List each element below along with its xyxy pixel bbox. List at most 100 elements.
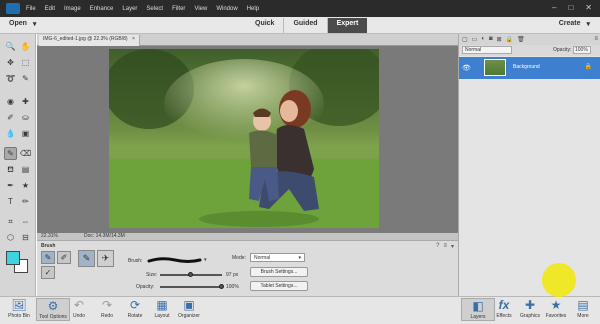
status-bar: 22.31% Doc: 14.3M/14.3M — [37, 233, 458, 240]
cursor-highlight — [542, 263, 576, 297]
menu-image[interactable]: Image — [64, 6, 81, 12]
close-icon[interactable]: ✕ — [585, 3, 592, 12]
lock-transparency-icon[interactable]: ⊠ — [497, 36, 502, 43]
photo-canvas — [109, 49, 379, 228]
tablet-settings-button[interactable]: Tablet Settings... — [250, 281, 308, 291]
document-tab[interactable]: IMG-6_edited-1.jpg @ 22.3% (RGB/8) × — [39, 35, 140, 46]
menu-help[interactable]: Help — [247, 6, 259, 12]
mode-guided[interactable]: Guided — [284, 18, 328, 33]
lasso-tool-icon[interactable]: ➰ — [4, 72, 17, 85]
menu-file[interactable]: File — [26, 6, 36, 12]
brush-preview[interactable] — [147, 255, 202, 265]
panel-menu-icon[interactable]: ≡ — [443, 243, 447, 250]
eye-icon[interactable]: 👁 — [462, 64, 471, 72]
chevron-down-icon[interactable]: ▾ — [204, 257, 207, 263]
lock-icon[interactable]: 🔒 — [585, 63, 592, 70]
eraser-tool-icon[interactable]: ⌫ — [19, 147, 32, 160]
foreground-color-swatch[interactable] — [6, 251, 20, 265]
airbrush-mode-icon[interactable]: ✈ — [97, 250, 114, 267]
layer-mask-icon[interactable]: ◙ — [489, 36, 493, 43]
zoom-level[interactable]: 22.31% — [41, 233, 58, 239]
undo-icon: ↶ — [73, 298, 85, 312]
menu-select[interactable]: Select — [146, 6, 163, 12]
hand-tool-icon[interactable]: ✋ — [19, 40, 32, 53]
menu-filter[interactable]: Filter — [172, 6, 185, 12]
content-aware-move-tool-icon[interactable]: ⬡ — [4, 231, 17, 244]
photo-bin-icon: 🖼 — [11, 298, 27, 312]
minimize-icon[interactable]: – — [552, 3, 556, 12]
crop-tool-icon[interactable]: ⌗ — [4, 215, 17, 228]
photo-bin-button[interactable]: 🖼 Photo Bin — [2, 298, 36, 319]
collapse-icon[interactable]: ▾ — [451, 243, 454, 250]
smart-brush-tool-icon[interactable]: ✐ — [4, 111, 17, 124]
impressionist-brush-icon[interactable]: ✐ — [57, 251, 71, 264]
brush-label: Brush: — [128, 258, 143, 264]
document-tab-title: IMG-6_edited-1.jpg @ 22.3% (RGB/8) — [43, 36, 128, 42]
size-slider-knob[interactable] — [188, 272, 193, 277]
open-button[interactable]: Open ▾ — [9, 20, 36, 28]
layer-row[interactable]: 👁 Background 🔒 — [459, 57, 600, 79]
document-photo[interactable] — [109, 49, 379, 228]
menu-view[interactable]: View — [194, 6, 207, 12]
opacity-slider-knob[interactable] — [219, 284, 224, 289]
pencil-tool-icon[interactable]: ✏ — [19, 195, 32, 208]
color-replacement-brush-icon[interactable]: ✓ — [41, 266, 55, 279]
help-icon[interactable]: ? — [436, 243, 439, 250]
close-icon[interactable]: × — [132, 36, 135, 42]
opacity-slider[interactable] — [160, 284, 224, 289]
layout-label: Layout — [154, 313, 170, 319]
new-group-icon[interactable]: ▭ — [472, 36, 478, 43]
mode-bar: Open ▾ Quick Guided Expert Create ▾ — [0, 17, 600, 34]
brush-tool-icon[interactable]: ✎ — [4, 147, 17, 160]
layer-opacity-field[interactable]: 100% — [573, 46, 591, 54]
size-slider[interactable] — [160, 272, 222, 277]
delete-layer-icon[interactable]: 🗑 — [517, 36, 525, 43]
brush-settings-button[interactable]: Brush Settings... — [250, 267, 308, 277]
menu-items: File Edit Image Enhance Layer Select Fil… — [26, 0, 259, 17]
quick-selection-tool-icon[interactable]: ✎ — [19, 72, 32, 85]
menu-enhance[interactable]: Enhance — [90, 6, 114, 12]
type-tool-icon[interactable]: T — [4, 195, 17, 208]
custom-shape-tool-icon[interactable]: ★ — [19, 179, 32, 192]
mode-select[interactable]: Normal ▾ — [250, 253, 305, 262]
straighten-tool-icon[interactable]: ⊟ — [19, 231, 32, 244]
blend-mode-select[interactable]: Normal — [462, 46, 512, 54]
adjustment-layer-icon[interactable]: ◐ — [481, 36, 485, 43]
organizer-button[interactable]: ▣ Organizer — [172, 298, 206, 319]
mode-quick[interactable]: Quick — [246, 18, 285, 33]
zoom-tool-icon[interactable]: 🔍 — [4, 40, 17, 53]
gradient-tool-icon[interactable]: ▤ — [19, 163, 32, 176]
marquee-tool-icon[interactable]: ⬚ — [19, 56, 32, 69]
brush-icon[interactable]: ✎ — [41, 251, 55, 264]
move-tool-icon[interactable]: ✥ — [4, 56, 17, 69]
clone-stamp-tool-icon[interactable]: ⛀ — [19, 111, 32, 124]
panel-menu-icon[interactable]: ≡ — [594, 36, 598, 43]
create-button[interactable]: Create ▾ — [559, 20, 590, 28]
spot-healing-tool-icon[interactable]: ✚ — [19, 95, 32, 108]
document-tab-bar: IMG-6_edited-1.jpg @ 22.3% (RGB/8) × — [37, 34, 458, 46]
blend-row: Normal Opacity: 100% — [459, 45, 600, 56]
brush-mode-icon[interactable]: ✎ — [78, 250, 95, 267]
maximize-icon[interactable]: □ — [568, 3, 573, 12]
sponge-tool-icon[interactable]: ▣ — [19, 127, 32, 140]
size-value[interactable]: 97 px — [226, 272, 238, 278]
menu-bar: File Edit Image Enhance Layer Select Fil… — [0, 0, 600, 17]
layer-name: Background — [513, 64, 540, 70]
layers-label: Layers — [470, 314, 486, 320]
opacity-value[interactable]: 100% — [226, 284, 239, 290]
eye-tool-icon[interactable]: ◉ — [4, 95, 17, 108]
menu-window[interactable]: Window — [216, 6, 237, 12]
mode-switcher: Quick Guided Expert — [246, 18, 368, 33]
menu-layer[interactable]: Layer — [122, 6, 137, 12]
blur-tool-icon[interactable]: 💧 — [4, 127, 17, 140]
menu-edit[interactable]: Edit — [45, 6, 55, 12]
new-layer-icon[interactable]: ▢ — [462, 36, 468, 43]
layout-icon: ▦ — [156, 298, 168, 312]
more-button[interactable]: ▤ More — [566, 298, 600, 319]
color-picker-tool-icon[interactable]: ✒ — [4, 179, 17, 192]
paint-bucket-tool-icon[interactable]: ⛾ — [4, 163, 17, 176]
recompose-tool-icon[interactable]: ⇔ — [19, 215, 32, 228]
mode-expert[interactable]: Expert — [327, 18, 368, 33]
lock-all-icon[interactable]: 🔒 — [506, 36, 513, 43]
photo-bin-label: Photo Bin — [8, 313, 30, 319]
